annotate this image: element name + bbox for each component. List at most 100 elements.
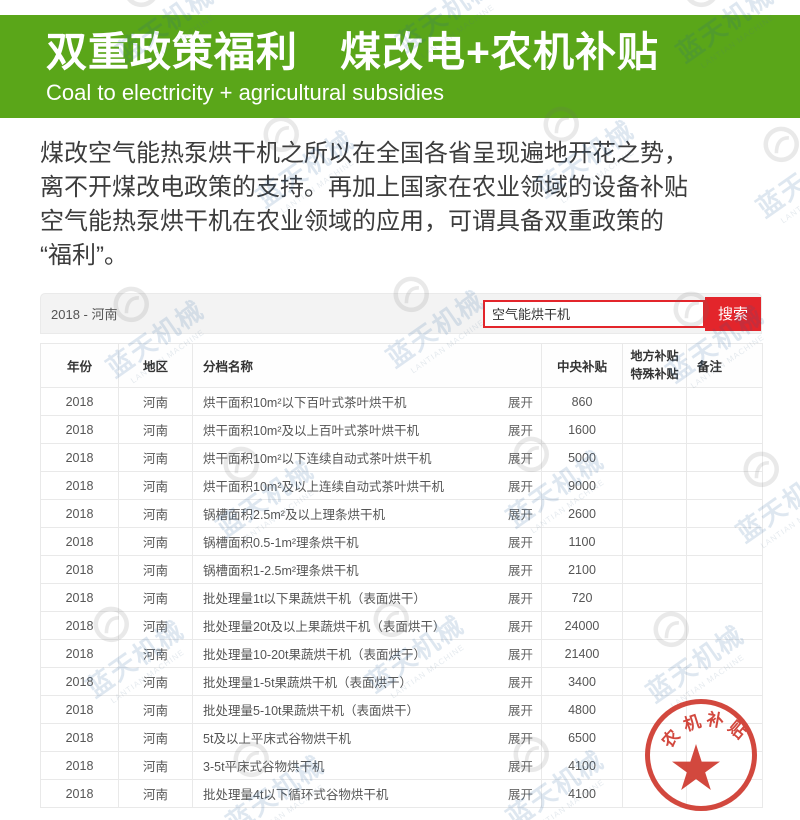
cell-year: 2018 bbox=[41, 724, 119, 752]
cell-region: 河南 bbox=[119, 444, 193, 472]
expand-link[interactable]: 展开 bbox=[508, 560, 533, 579]
search-button[interactable]: 搜索 bbox=[705, 297, 761, 331]
cell-region: 河南 bbox=[119, 724, 193, 752]
expand-link[interactable]: 展开 bbox=[508, 392, 533, 411]
cell-name: 批处理量10-20t果蔬烘干机（表面烘干）展开 bbox=[193, 640, 542, 668]
expand-link[interactable]: 展开 bbox=[508, 504, 533, 523]
tier-name: 烘干面积10m²及以上连续自动式茶叶烘干机 bbox=[203, 476, 444, 495]
filter-label: 2018 - 河南 bbox=[51, 304, 117, 323]
page-subtitle: Coal to electricity + agricultural subsi… bbox=[46, 80, 800, 106]
cell-note bbox=[687, 640, 763, 668]
expand-link[interactable]: 展开 bbox=[508, 672, 533, 691]
cell-year: 2018 bbox=[41, 696, 119, 724]
cell-year: 2018 bbox=[41, 780, 119, 808]
cell-note bbox=[687, 416, 763, 444]
expand-link[interactable]: 展开 bbox=[508, 784, 533, 803]
expand-link[interactable]: 展开 bbox=[508, 616, 533, 635]
cell-year: 2018 bbox=[41, 612, 119, 640]
cell-region: 河南 bbox=[119, 472, 193, 500]
expand-link[interactable]: 展开 bbox=[508, 644, 533, 663]
cell-region: 河南 bbox=[119, 584, 193, 612]
cell-note bbox=[687, 668, 763, 696]
page: 双重政策福利 煤改电+农机补贴 Coal to electricity + ag… bbox=[0, 0, 800, 820]
col-header-local: 地方补贴 特殊补贴 bbox=[623, 344, 687, 388]
cell-central-subsidy: 720 bbox=[542, 584, 623, 612]
cell-note bbox=[687, 584, 763, 612]
expand-link[interactable]: 展开 bbox=[508, 756, 533, 775]
cell-central-subsidy: 4100 bbox=[542, 780, 623, 808]
cell-central-subsidy: 9000 bbox=[542, 472, 623, 500]
col-header-name: 分档名称 bbox=[193, 344, 542, 388]
cell-local-subsidy bbox=[623, 388, 687, 416]
cell-region: 河南 bbox=[119, 752, 193, 780]
cell-name: 3-5t平床式谷物烘干机展开 bbox=[193, 752, 542, 780]
cell-central-subsidy: 1100 bbox=[542, 528, 623, 556]
cell-note bbox=[687, 528, 763, 556]
header-banner: 双重政策福利 煤改电+农机补贴 Coal to electricity + ag… bbox=[0, 15, 800, 118]
cell-local-subsidy bbox=[623, 612, 687, 640]
cell-name: 批处理量20t及以上果蔬烘干机（表面烘干） 展开 bbox=[193, 612, 542, 640]
cell-region: 河南 bbox=[119, 500, 193, 528]
expand-link[interactable]: 展开 bbox=[508, 728, 533, 747]
cell-name: 锅槽面积1-2.5m²理条烘干机展开 bbox=[193, 556, 542, 584]
tier-name: 批处理量4t以下循环式谷物烘干机 bbox=[203, 784, 388, 803]
cell-year: 2018 bbox=[41, 388, 119, 416]
expand-link[interactable]: 展开 bbox=[508, 448, 533, 467]
table-row: 2018河南烘干面积10m²及以上连续自动式茶叶烘干机 展开 9000 bbox=[41, 472, 763, 500]
tier-name: 烘干面积10m²以下百叶式茶叶烘干机 bbox=[203, 392, 406, 411]
cell-region: 河南 bbox=[119, 416, 193, 444]
cell-year: 2018 bbox=[41, 556, 119, 584]
cell-note bbox=[687, 388, 763, 416]
tier-name: 锅槽面积2.5m²及以上理条烘干机 bbox=[203, 504, 385, 523]
cell-region: 河南 bbox=[119, 528, 193, 556]
cell-year: 2018 bbox=[41, 444, 119, 472]
expand-link[interactable]: 展开 bbox=[508, 700, 533, 719]
table-row: 2018河南烘干面积10m²以下百叶式茶叶烘干机展开860 bbox=[41, 388, 763, 416]
cell-name: 批处理量1-5t果蔬烘干机（表面烘干）展开 bbox=[193, 668, 542, 696]
tier-name: 批处理量5-10t果蔬烘干机（表面烘干） bbox=[203, 700, 419, 719]
cell-name: 批处理量5-10t果蔬烘干机（表面烘干） 展开 bbox=[193, 696, 542, 724]
expand-link[interactable]: 展开 bbox=[508, 420, 533, 439]
cell-region: 河南 bbox=[119, 640, 193, 668]
col-header-note: 备注 bbox=[687, 344, 763, 388]
tier-name: 烘干面积10m²以下连续自动式茶叶烘干机 bbox=[203, 448, 431, 467]
cell-local-subsidy bbox=[623, 528, 687, 556]
col-header-local-line1: 地方补贴 bbox=[623, 348, 686, 365]
intro-line: 空气能热泵烘干机在农业领域的应用，可谓具备双重政策的 bbox=[40, 205, 766, 239]
table-row: 2018河南批处理量1-5t果蔬烘干机（表面烘干）展开3400 bbox=[41, 668, 763, 696]
cell-local-subsidy bbox=[623, 444, 687, 472]
brand-logo-icon bbox=[393, 0, 449, 7]
cell-local-subsidy bbox=[623, 472, 687, 500]
cell-name: 锅槽面积0.5-1m²理条烘干机 展开 bbox=[193, 528, 542, 556]
cell-central-subsidy: 24000 bbox=[542, 612, 623, 640]
expand-link[interactable]: 展开 bbox=[508, 588, 533, 607]
search-input[interactable] bbox=[483, 300, 705, 328]
cell-local-subsidy bbox=[623, 584, 687, 612]
cell-name: 批处理量4t以下循环式谷物烘干机 展开 bbox=[193, 780, 542, 808]
cell-name: 烘干面积10m²以下连续自动式茶叶烘干机 展开 bbox=[193, 444, 542, 472]
cell-year: 2018 bbox=[41, 500, 119, 528]
cell-name: 批处理量1t以下果蔬烘干机（表面烘干）展开 bbox=[193, 584, 542, 612]
cell-region: 河南 bbox=[119, 556, 193, 584]
tier-name: 锅槽面积0.5-1m²理条烘干机 bbox=[203, 532, 359, 551]
table-row: 2018河南批处理量1t以下果蔬烘干机（表面烘干）展开720 bbox=[41, 584, 763, 612]
cell-year: 2018 bbox=[41, 472, 119, 500]
cell-name: 锅槽面积2.5m²及以上理条烘干机 展开 bbox=[193, 500, 542, 528]
cell-year: 2018 bbox=[41, 752, 119, 780]
tier-name: 烘干面积10m²及以上百叶式茶叶烘干机 bbox=[203, 420, 419, 439]
cell-central-subsidy: 2100 bbox=[542, 556, 623, 584]
cell-central-subsidy: 2600 bbox=[542, 500, 623, 528]
cell-name: 烘干面积10m²以下百叶式茶叶烘干机 展开 bbox=[193, 388, 542, 416]
cell-name: 烘干面积10m²及以上连续自动式茶叶烘干机 展开 bbox=[193, 472, 542, 500]
cell-note bbox=[687, 556, 763, 584]
intro-line: 离不开煤改电政策的支持。再加上国家在农业领域的设备补贴 bbox=[40, 171, 766, 205]
cell-note bbox=[687, 500, 763, 528]
expand-link[interactable]: 展开 bbox=[508, 476, 533, 495]
tier-name: 批处理量20t及以上果蔬烘干机（表面烘干） bbox=[203, 616, 445, 635]
expand-link[interactable]: 展开 bbox=[508, 532, 533, 551]
table-header: 年份 地区 分档名称 中央补贴 地方补贴 特殊补贴 备注 bbox=[41, 344, 763, 388]
cell-central-subsidy: 21400 bbox=[542, 640, 623, 668]
cell-year: 2018 bbox=[41, 416, 119, 444]
table-row: 2018河南锅槽面积0.5-1m²理条烘干机展开1100 bbox=[41, 528, 763, 556]
cell-local-subsidy bbox=[623, 416, 687, 444]
